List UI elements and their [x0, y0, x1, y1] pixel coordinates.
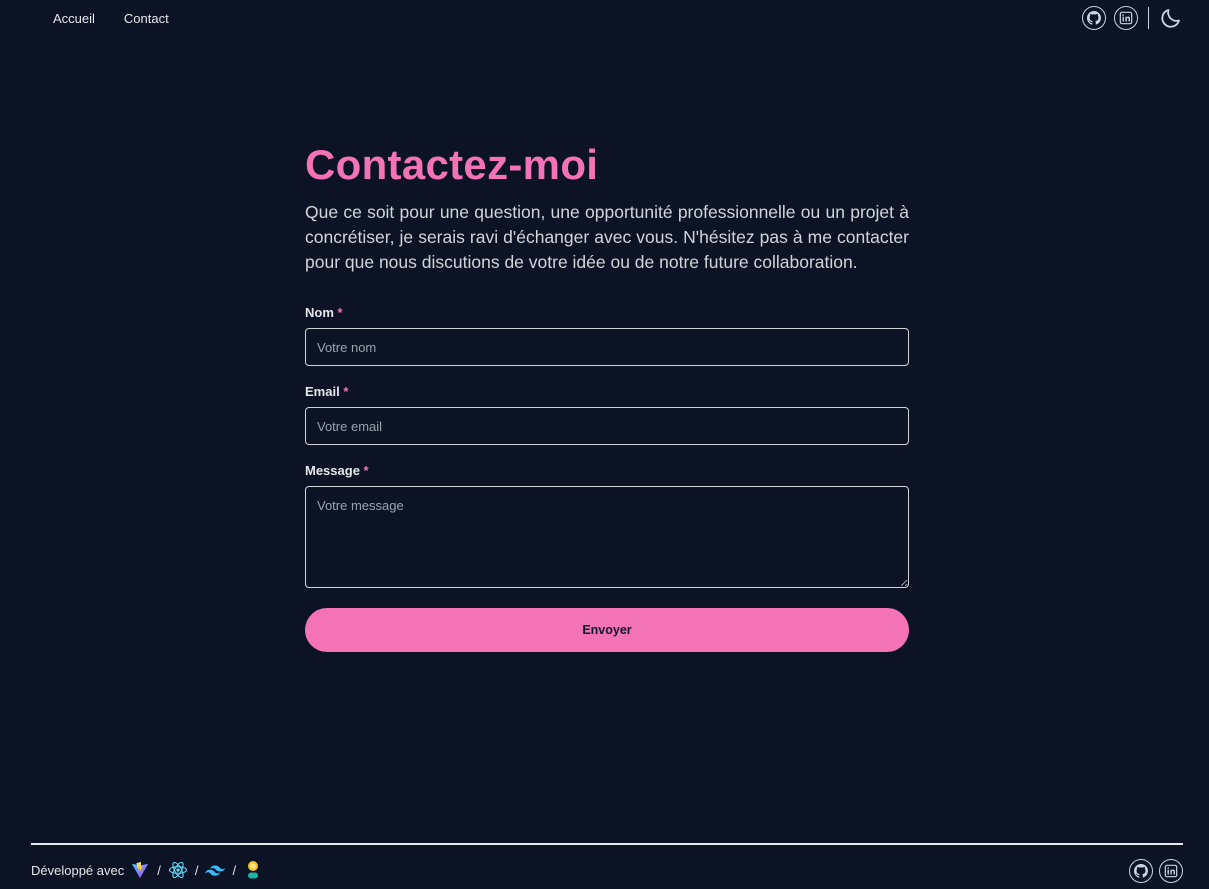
built-with-text: Développé avec [31, 862, 125, 878]
name-field-group: Nom * [305, 305, 909, 366]
message-field-group: Message * [305, 463, 909, 588]
email-field-group: Email * [305, 384, 909, 445]
contact-form: Nom * Email * Message * Envoyer [305, 305, 909, 652]
top-nav: Accueil Contact [0, 0, 1209, 38]
daisyui-icon[interactable] [243, 860, 263, 880]
intro-text: Que ce soit pour une question, une oppor… [305, 202, 909, 272]
vite-icon[interactable] [130, 860, 150, 880]
nav-link-contact[interactable]: Contact [124, 11, 169, 26]
nav-divider [1147, 7, 1149, 29]
nav-links: Accueil Contact [53, 11, 169, 26]
nav-link-accueil[interactable]: Accueil [53, 11, 95, 26]
required-marker: * [343, 384, 349, 399]
name-input[interactable] [305, 328, 909, 366]
required-marker: * [337, 305, 343, 320]
email-input[interactable] [305, 407, 909, 445]
github-icon[interactable] [1081, 6, 1106, 30]
name-label: Nom * [305, 305, 343, 320]
linkedin-icon[interactable] [1113, 6, 1138, 30]
separator: / [194, 862, 199, 878]
footer-social [1129, 859, 1183, 883]
email-label: Email * [305, 384, 349, 399]
footer-credits: Développé avec / / / [31, 860, 263, 880]
message-textarea[interactable] [305, 486, 909, 588]
react-icon[interactable] [168, 860, 188, 880]
nav-icons [1081, 6, 1184, 30]
separator: / [232, 862, 237, 878]
submit-button[interactable]: Envoyer [305, 608, 909, 652]
tailwind-icon[interactable] [205, 860, 226, 880]
linkedin-icon[interactable] [1159, 859, 1183, 883]
page-title: Contactez-moi [305, 141, 599, 188]
moon-icon[interactable] [1159, 6, 1183, 30]
separator: / [157, 862, 161, 878]
github-icon[interactable] [1129, 859, 1153, 883]
contact-section: Contactez-moi Que ce soit pour une quest… [305, 140, 909, 652]
required-marker: * [363, 463, 369, 478]
footer-divider [31, 843, 1183, 845]
message-label: Message * [305, 463, 369, 478]
